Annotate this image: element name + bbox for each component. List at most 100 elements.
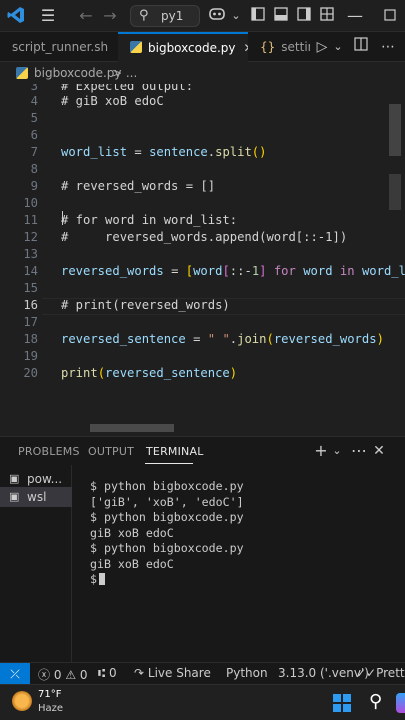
terminal-icon: ▣ [9, 472, 20, 485]
ports-status[interactable]: ⑆ 0 [98, 666, 117, 680]
terminal-line: $ python bigboxcode.py [90, 541, 244, 555]
terminal-prompt: $ [90, 572, 97, 586]
search-icon: ⚲ [139, 8, 149, 23]
tab-label: bigboxcode.py [148, 41, 236, 55]
code-line: 11 # for word in word_list: [23, 213, 238, 227]
terminal-icon: ▣ [9, 490, 20, 503]
code-line: 7 word_list = sentence.split() [30, 145, 267, 159]
language-mode[interactable]: Python [226, 666, 268, 680]
code-text: print(reversed_sentence) [61, 366, 238, 380]
live-share-icon: ↷ [134, 666, 145, 680]
chevron-down-icon[interactable]: ⌄ [328, 441, 346, 461]
weather-icon[interactable] [12, 691, 32, 711]
code-line: 4 # giB xoB edoC [30, 94, 164, 108]
vscode-logo-icon [6, 6, 26, 26]
terminal-item-powershell[interactable]: ▣ pow... [0, 469, 72, 489]
warning-icon: ⚠ [65, 668, 77, 682]
python-file-icon [16, 67, 28, 79]
terminal-line: ['giB', 'xoB', 'edoC'] [90, 494, 244, 509]
tab-terminal[interactable]: TERMINAL [146, 445, 204, 458]
code-line: 9 # reversed_words = [] [30, 179, 216, 193]
remote-indicator[interactable]: ⤫ [0, 663, 30, 685]
terminal-cursor [98, 573, 105, 585]
breadcrumb: bigboxcode.py > ... [0, 62, 405, 84]
vertical-scrollbar[interactable] [389, 104, 401, 156]
code-line: 6 [30, 128, 38, 142]
ports-icon: ⑆ [98, 666, 106, 680]
json-file-icon: {} [260, 40, 276, 54]
tab-bigboxcode[interactable]: bigboxcode.py ✕ [118, 32, 248, 62]
toggle-sidebar-icon[interactable] [248, 6, 268, 26]
terminal-line: giB xoB edoC [90, 556, 174, 571]
tab-settings[interactable]: {} settin [250, 32, 310, 62]
title-bar: ☰ ← → ⚲ py1 ⌄ — [0, 0, 405, 32]
problems-status[interactable]: ⓧ 0 ⚠ 0 [38, 666, 88, 683]
breadcrumb-file[interactable]: bigboxcode.py [34, 66, 122, 80]
code-line: 12 # reversed_words.append(word[::-1]) [23, 230, 348, 244]
mouse-cursor [62, 211, 68, 225]
active-tab-indicator [145, 463, 193, 464]
error-icon: ⓧ [38, 668, 51, 682]
terminal-line: $ python bigboxcode.py [90, 510, 244, 524]
forward-arrow-icon[interactable]: → [100, 6, 120, 26]
breadcrumb-symbol[interactable]: > ... [112, 66, 137, 80]
close-panel-icon[interactable]: ✕ [370, 441, 388, 461]
toggle-secondary-sidebar-icon[interactable] [294, 6, 314, 26]
remote-icon: ⤫ [10, 667, 20, 681]
code-editor[interactable]: 3 # Expected output: 4 # giB xoB edoC 5 6 … [0, 84, 405, 436]
maximize-icon[interactable] [380, 6, 400, 26]
status-bar: ⤫ ⓧ 0 ⚠ 0 ⑆ 0 ↷ Live Share Python 3.13.0… [0, 662, 405, 685]
code-line: 10 [23, 196, 38, 210]
code-text: reversed_words = [word[::-1] for word in… [61, 264, 405, 278]
terminal-list: ▣ pow... ▣ wsl [0, 465, 72, 663]
close-icon[interactable]: ✕ [244, 41, 248, 55]
back-arrow-icon[interactable]: ← [76, 6, 96, 26]
code-line: 19 [23, 349, 38, 363]
layout-icon[interactable] [317, 6, 337, 26]
minimize-icon[interactable]: — [345, 6, 365, 26]
weather-condition[interactable]: Haze [38, 703, 63, 714]
copilot-icon[interactable] [207, 6, 227, 26]
code-line: 17 [23, 315, 38, 329]
chevron-down-icon[interactable]: ⌄ [328, 37, 348, 57]
tab-script-runner[interactable]: script_runner.sh [0, 32, 118, 62]
command-center-label: py1 [161, 9, 184, 23]
more-actions-icon[interactable]: ⋯ [378, 37, 398, 57]
chevron-down-icon[interactable]: ⌄ [226, 6, 246, 26]
more-actions-icon[interactable]: ⋯ [350, 441, 368, 461]
code-text: reversed_sentence = " ".join(reversed_wo… [61, 332, 384, 346]
code-line: 20 print(reversed_sentence) [23, 366, 238, 380]
copilot-icon[interactable] [396, 693, 405, 713]
editor-tab-bar: script_runner.sh bigboxcode.py ✕ {} settin… [0, 32, 405, 62]
terminal-item-wsl[interactable]: ▣ wsl [0, 487, 72, 507]
code-line: 18 reversed_sentence = " ".join(reversed_… [23, 332, 384, 346]
tab-label: settin [281, 40, 310, 54]
search-icon[interactable]: ⚲ [369, 691, 382, 712]
live-share-button[interactable]: ↷ Live Share [134, 666, 211, 680]
code-line: 5 [30, 111, 38, 125]
weather-temperature[interactable]: 71°F [38, 689, 61, 700]
toggle-panel-icon[interactable] [271, 6, 291, 26]
tab-label: script_runner.sh [12, 40, 109, 54]
windows-start-icon[interactable] [333, 694, 351, 712]
code-line: 14 reversed_words = [word[::-1] for word … [0, 263, 405, 280]
code-line: 13 [23, 247, 38, 261]
terminal-output[interactable]: $ python bigboxcode.py ['giB', 'xoB', 'e… [90, 479, 400, 588]
code-line: 8 [30, 162, 38, 176]
code-line-current: 16 # print(reversed_words) [23, 298, 230, 312]
minimap-slider[interactable] [389, 174, 401, 210]
menu-icon[interactable]: ☰ [38, 6, 58, 26]
tab-output[interactable]: OUTPUT [88, 445, 134, 458]
terminal-prompt-line[interactable]: $ [90, 572, 400, 588]
windows-taskbar: 71°F Haze ⚲ [0, 684, 405, 720]
terminal-line: $ python bigboxcode.py [90, 479, 244, 493]
python-file-icon [130, 41, 142, 53]
prettier-status[interactable]: ✓✓Prettier [356, 666, 405, 680]
code-text: word_list = sentence.split() [61, 145, 267, 159]
split-editor-icon[interactable] [351, 37, 371, 57]
command-center-search[interactable]: ⚲ py1 [130, 5, 200, 27]
horizontal-scrollbar[interactable] [90, 424, 174, 432]
tab-problems[interactable]: PROBLEMS [18, 445, 80, 458]
code-line: 15 [23, 281, 38, 295]
terminal-line: giB xoB edoC [90, 525, 174, 540]
